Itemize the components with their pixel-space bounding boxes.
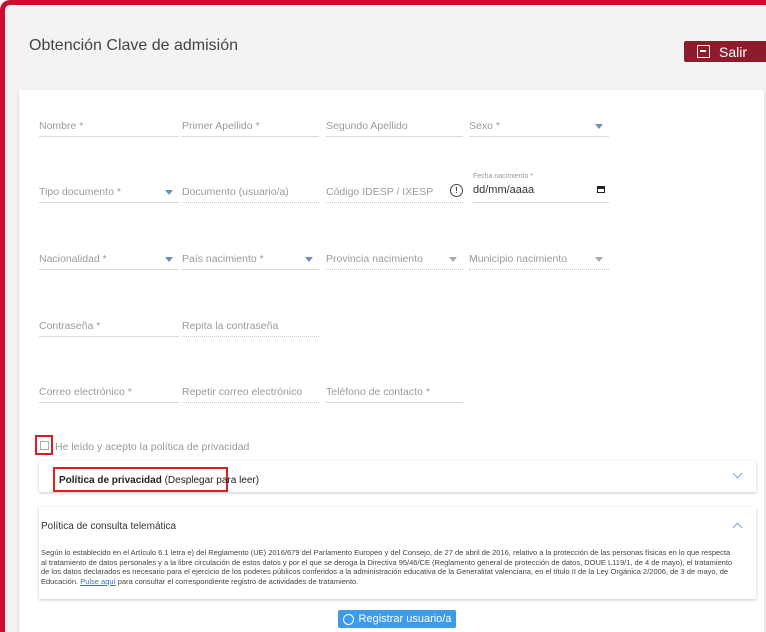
pulse-aqui-link[interactable]: Pulse aquí [80, 577, 115, 586]
politica-privacidad-hint: (Desplegar para leer) [164, 475, 260, 486]
privacy-checkbox[interactable] [40, 441, 49, 450]
consulta-text-part2: para consultar el correspondiente regist… [117, 576, 359, 586]
documento-input[interactable]: Documento (usuario/a) [182, 183, 319, 203]
window-frame: Obtención Clave de admisión Salir Nombre… [0, 0, 766, 632]
nacionalidad-select[interactable]: Nacionalidad * [39, 250, 179, 270]
primer-apellido-input[interactable]: Primer Apellido * [182, 117, 319, 137]
municipio-nacimiento-select[interactable]: Municipio nacimiento [469, 250, 609, 270]
repetir-correo-input[interactable]: Repetir correo electrónico [182, 383, 319, 403]
dropdown-arrow-icon [449, 257, 457, 262]
info-icon[interactable]: ! [450, 184, 463, 197]
calendar-icon[interactable] [597, 186, 605, 193]
segundo-apellido-input[interactable]: Segundo Apellido [326, 117, 463, 137]
nombre-input[interactable]: Nombre * [39, 117, 179, 137]
salir-button[interactable]: Salir [684, 41, 766, 62]
fecha-nacimiento-label: Fecha nacimiento * [473, 173, 533, 180]
dropdown-arrow-icon [305, 257, 313, 262]
politica-consulta-title: Política de consulta telemática [41, 521, 177, 532]
nacionalidad-label: Nacionalidad * [39, 253, 107, 265]
sexo-select[interactable]: Sexo * [469, 117, 609, 137]
salir-label: Salir [719, 43, 748, 60]
politica-privacidad-header[interactable]: Política de privacidad (Desplegar para l… [53, 467, 259, 492]
correo-label: Correo electrónico * [39, 386, 132, 398]
privacy-checkbox-highlight [35, 435, 53, 455]
dropdown-arrow-icon [165, 190, 173, 195]
dropdown-arrow-icon [595, 124, 603, 129]
page-title: Obtención Clave de admisión [29, 37, 239, 54]
user-icon [342, 613, 354, 625]
politica-privacidad-title: Política de privacidad [59, 475, 162, 486]
telefono-label: Teléfono de contacto * [326, 386, 430, 398]
fecha-value: dd/mm/aaaa [473, 184, 535, 196]
repetir-correo-label: Repetir correo electrónico [182, 386, 303, 398]
exit-icon [697, 45, 710, 58]
tipo-documento-label: Tipo documento * [39, 186, 121, 198]
provincia-nacimiento-select[interactable]: Provincia nacimiento [326, 250, 463, 270]
codigo-label: Código IDESP / IXESP [326, 186, 434, 198]
sexo-label: Sexo * [469, 120, 500, 132]
codigo-idesp-input[interactable]: Código IDESP / IXESP ! [326, 183, 463, 203]
correo-input[interactable]: Correo electrónico * [39, 383, 179, 403]
documento-label: Documento (usuario/a) [182, 186, 289, 198]
dropdown-arrow-icon [165, 257, 173, 262]
contrasena-input[interactable]: Contraseña * [39, 317, 179, 337]
dropdown-arrow-icon [595, 257, 603, 262]
municipio-label: Municipio nacimiento [469, 253, 568, 265]
pais-label: País nacimiento * [182, 253, 264, 265]
pais-nacimiento-select[interactable]: País nacimiento * [182, 250, 319, 270]
politica-consulta-text: Según lo establecido en el Artículo 6.1 … [41, 548, 736, 586]
repita-label: Repita la contraseña [182, 320, 279, 332]
header-bar: Obtención Clave de admisión [5, 5, 766, 85]
registrar-usuario-button[interactable]: Registrar usuario/a [338, 610, 456, 628]
fecha-nacimiento-input[interactable]: dd/mm/aaaa [473, 183, 609, 203]
provincia-label: Provincia nacimiento [326, 253, 423, 265]
nombre-label: Nombre * [39, 120, 84, 132]
segundo-apellido-label: Segundo Apellido [326, 120, 408, 132]
primer-apellido-label: Primer Apellido * [182, 120, 260, 132]
tipo-documento-select[interactable]: Tipo documento * [39, 183, 179, 203]
telefono-input[interactable]: Teléfono de contacto * [326, 383, 463, 403]
contrasena-label: Contraseña * [39, 320, 101, 332]
repita-contrasena-input[interactable]: Repita la contraseña [182, 317, 319, 337]
registrar-label: Registrar usuario/a [358, 613, 452, 625]
privacy-checkbox-label: He leído y acepto la política de privaci… [55, 441, 250, 453]
